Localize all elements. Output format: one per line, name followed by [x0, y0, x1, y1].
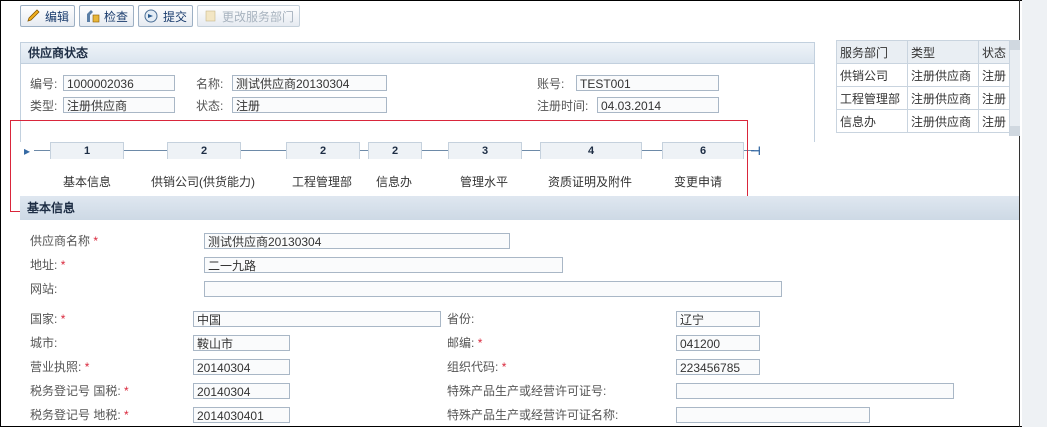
check-tool-icon [87, 10, 100, 23]
dept-col-header[interactable]: 服务部门 [836, 40, 908, 64]
special-permit-name-label: 特殊产品生产或经营许可证名称: [447, 408, 619, 422]
address-field[interactable]: 二一九路 [204, 257, 563, 273]
dept-table-scrollbar[interactable] [1009, 40, 1020, 136]
tax-national-label: 税务登记号 国税: * [30, 384, 129, 398]
step-5-number: 3 [481, 145, 489, 157]
status-panel-title: 供应商状态 [21, 43, 814, 64]
step-3-label[interactable]: 工程管理部 [292, 173, 352, 190]
supplier-status-panel: 供应商状态 编号: 1000002036 名称: 测试供应商20130304 账… [20, 42, 815, 144]
roadmap-step-7[interactable]: 6 [662, 142, 744, 159]
pencil-icon [27, 9, 40, 22]
table-row[interactable]: 信息办 注册供应商 注册 [836, 109, 1016, 133]
step-3-number: 2 [319, 145, 327, 157]
dept-cell: 工程管理部 [836, 86, 908, 110]
reg-time-field[interactable]: 04.03.2014 [597, 97, 719, 113]
country-field[interactable]: 中国 [193, 311, 441, 327]
province-field[interactable]: 辽宁 [676, 311, 760, 327]
step-6-label[interactable]: 资质证明及附件 [548, 173, 632, 190]
type-cell: 注册供应商 [907, 86, 979, 110]
toolbar: 编辑 检查 提交 更改服务部门 [20, 5, 301, 29]
type-cell: 注册供应商 [907, 63, 979, 87]
step-7-number: 6 [699, 145, 707, 157]
special-permit-name-field[interactable] [676, 407, 870, 423]
type-label: 类型: [30, 98, 58, 113]
step-1-number: 1 [83, 145, 91, 157]
check-button[interactable]: 检查 [79, 5, 135, 27]
roadmap-step-2[interactable]: 2 [167, 142, 241, 159]
tax-local-label: 税务登记号 地税: * [30, 408, 129, 422]
website-field[interactable] [204, 281, 782, 297]
submit-button-label: 提交 [163, 9, 188, 24]
country-label: 国家: * [30, 312, 66, 326]
account-label: 账号: [537, 76, 565, 91]
check-button-label: 检查 [104, 9, 129, 24]
roadmap-step-5[interactable]: 3 [448, 142, 522, 159]
special-permit-label: 特殊产品生产或经营许可证号: [447, 384, 607, 398]
roadmap-step-6[interactable]: 4 [540, 142, 642, 159]
roadmap-step-1[interactable]: 1 [50, 142, 124, 159]
step-2-label[interactable]: 供销公司(供货能力) [151, 173, 255, 190]
special-permit-field[interactable] [676, 383, 954, 399]
type-col-header[interactable]: 类型 [907, 40, 979, 64]
supplier-name-field[interactable]: 测试供应商20130304 [204, 233, 510, 249]
type-cell: 注册供应商 [907, 109, 979, 133]
status-row-1: 编号: 1000002036 名称: 测试供应商20130304 [30, 73, 387, 93]
tax-local-field[interactable]: 2014030401 [193, 407, 290, 423]
city-field[interactable]: 鞍山市 [193, 335, 290, 351]
postcode-field[interactable]: 041200 [676, 335, 760, 351]
scroll-down-arrow-icon[interactable] [1010, 126, 1020, 136]
postcode-label: 邮编: * [447, 336, 483, 350]
scroll-up-arrow-icon[interactable] [1010, 40, 1020, 50]
edit-button-label: 编辑 [45, 9, 70, 24]
name-field[interactable]: 测试供应商20130304 [232, 75, 387, 91]
status-row-2: 类型: 注册供应商 状态: 注册 [30, 95, 387, 115]
change-dept-button[interactable]: 更改服务部门 [197, 5, 301, 27]
service-dept-table: 服务部门 类型 状态 供销公司 注册供应商 注册 工程管理部 注册供应商 注册 … [836, 40, 1016, 133]
reg-time-label: 注册时间: [537, 98, 589, 113]
roadmap-start-icon: ▸ [24, 144, 31, 158]
dept-cell: 供销公司 [836, 63, 908, 87]
type-field[interactable]: 注册供应商 [63, 97, 175, 113]
dept-table-header-row: 服务部门 类型 状态 [836, 40, 1016, 64]
number-field[interactable]: 1000002036 [63, 75, 175, 91]
org-code-label: 组织代码: * [447, 360, 507, 374]
dept-icon [205, 10, 216, 22]
license-field[interactable]: 20140304 [193, 359, 290, 375]
edit-button[interactable]: 编辑 [20, 5, 76, 27]
state-label: 状态: [196, 98, 224, 113]
supplier-name-label: 供应商名称 * [30, 234, 99, 248]
roadmap-step-3[interactable]: 2 [286, 142, 360, 159]
tax-national-field[interactable]: 20140304 [193, 383, 290, 399]
license-label: 营业执照: * [30, 360, 90, 374]
submit-button[interactable]: 提交 [138, 5, 194, 27]
website-label: 网站: [30, 282, 58, 296]
account-field[interactable]: TEST001 [576, 75, 719, 91]
reg-time-row: 注册时间: 04.03.2014 [537, 95, 719, 115]
step-4-number: 2 [391, 145, 399, 157]
change-dept-button-label: 更改服务部门 [222, 9, 295, 24]
number-label: 编号: [30, 76, 58, 91]
step-1-label[interactable]: 基本信息 [63, 173, 111, 190]
address-label: 地址: * [30, 258, 66, 272]
table-row[interactable]: 工程管理部 注册供应商 注册 [836, 86, 1016, 110]
name-label: 名称: [196, 76, 224, 91]
submit-icon [144, 9, 158, 23]
roadmap-step-4[interactable]: 2 [368, 142, 422, 159]
org-code-field[interactable]: 223456785 [676, 359, 760, 375]
step-7-label[interactable]: 变更申请 [674, 173, 722, 190]
step-2-number: 2 [200, 145, 208, 157]
province-label: 省份: [447, 312, 475, 326]
dept-cell: 信息办 [836, 109, 908, 133]
roadmap: ▸ ⊣ 1 2 2 2 3 4 6 基本信息 供销公司(供货能力) 工程管理部 … [20, 142, 1018, 190]
roadmap-end-icon: ⊣ [750, 144, 761, 158]
basic-info-header: 基本信息 [20, 196, 1019, 220]
city-label: 城市: [30, 336, 58, 350]
step-5-label[interactable]: 管理水平 [460, 173, 508, 190]
step-6-number: 4 [587, 145, 595, 157]
right-scrollbar[interactable] [1022, 0, 1047, 427]
state-field[interactable]: 注册 [232, 97, 387, 113]
step-4-label[interactable]: 信息办 [376, 173, 412, 190]
account-row: 账号: TEST001 [537, 73, 719, 93]
table-row[interactable]: 供销公司 注册供应商 注册 [836, 63, 1016, 87]
